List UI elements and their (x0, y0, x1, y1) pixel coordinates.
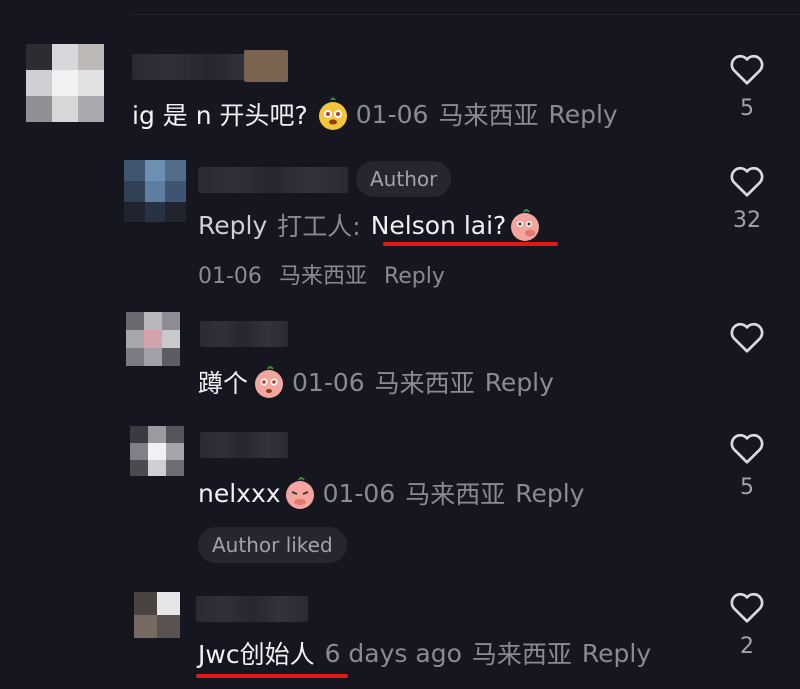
username[interactable] (196, 596, 308, 622)
comment-region: 马来西亚 (278, 264, 367, 289)
heart-icon (730, 54, 764, 85)
comment-date: 01-06 (355, 99, 429, 129)
author-liked-badge: Author liked (198, 527, 347, 563)
username[interactable] (200, 321, 288, 347)
reply-to-user[interactable]: 打工人: (277, 207, 360, 243)
peach-whisper-sticker-icon (511, 209, 540, 241)
comment-line: 蹲个 01-06 马来西亚 Reply (198, 364, 554, 400)
comment-meta-line: 01-06 马来西亚 Reply (198, 258, 445, 290)
comment-text: ig 是 n 开头吧? (132, 101, 308, 130)
comment-text: Nelson lai? (370, 210, 507, 240)
reply-button[interactable]: Reply (515, 479, 584, 508)
username[interactable] (200, 432, 288, 458)
comment-line: ig 是 n 开头吧? 01-06 马来西亚 Reply (132, 96, 618, 132)
comment-date: 01-06 (292, 367, 365, 397)
comment-line: Reply 打工人: Nelson lai? (198, 207, 548, 243)
reply-button[interactable]: Reply (548, 100, 617, 129)
comment-line: nelxxx 01-06 马来西亚 Reply (198, 475, 584, 511)
heart-icon (730, 166, 764, 197)
comment-date: 6 days ago (324, 638, 462, 668)
like-button[interactable]: 2 (725, 590, 769, 659)
like-button[interactable]: 5 (725, 431, 769, 500)
like-count: 5 (740, 475, 754, 500)
comment-text: 蹲个 (198, 369, 249, 398)
like-button[interactable]: 32 (725, 164, 769, 233)
avatar[interactable] (124, 160, 186, 222)
avatar[interactable] (26, 44, 104, 122)
comment-line: Jwc创始人 6 days ago 马来西亚 Reply (198, 635, 651, 671)
heart-icon (730, 433, 764, 464)
comment-region: 马来西亚 (471, 640, 572, 669)
comment-region: 马来西亚 (405, 480, 506, 509)
comment-text: nelxxx (198, 478, 281, 508)
username-blur-patch (244, 50, 288, 82)
avatar[interactable] (126, 312, 180, 366)
reply-button[interactable]: Reply (384, 264, 445, 289)
heart-icon (730, 592, 764, 623)
username[interactable] (198, 167, 348, 193)
avatar[interactable] (134, 592, 180, 638)
avatar[interactable] (130, 426, 184, 476)
like-count: 5 (740, 96, 754, 121)
comment-date: 01-06 (198, 264, 262, 289)
like-count: 32 (733, 208, 761, 233)
comment-text: Jwc创始人 (198, 640, 315, 669)
comment-date: 01-06 (322, 478, 396, 508)
author-badge: Author (356, 161, 452, 197)
like-button[interactable]: 5 (725, 52, 769, 121)
heart-icon (730, 322, 764, 353)
yellow-bear-sticker-icon (318, 97, 347, 130)
like-button[interactable] (725, 320, 769, 354)
peach-shy-sticker-icon (285, 477, 314, 509)
like-count: 2 (740, 634, 754, 659)
red-underline (196, 674, 348, 678)
reply-button[interactable]: Reply (582, 639, 651, 668)
comment-region: 马来西亚 (374, 369, 475, 398)
red-underline (383, 242, 558, 246)
reply-button[interactable]: Reply (485, 368, 554, 397)
peach-nervous-sticker-icon (255, 366, 284, 398)
reply-prefix: Reply (198, 210, 268, 240)
comment-region: 马来西亚 (438, 101, 539, 130)
divider (130, 14, 800, 15)
